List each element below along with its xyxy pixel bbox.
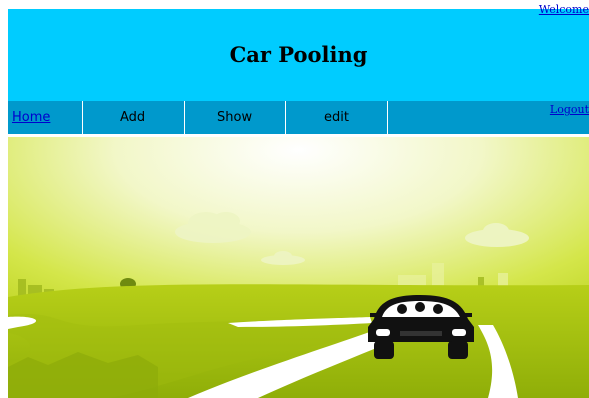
nav-divider	[82, 101, 83, 134]
header-bar: Welcome Car Pooling	[8, 4, 589, 101]
nav-divider	[184, 101, 185, 134]
nav-home-link[interactable]: Home	[12, 102, 50, 133]
nav-edit-link[interactable]: edit	[324, 102, 349, 133]
nav-divider	[387, 101, 388, 134]
car-pooling-illustration	[8, 137, 589, 398]
nav-show-link[interactable]: Show	[217, 102, 252, 133]
logout-link[interactable]: Logout	[550, 103, 589, 116]
car-pooling-banner-image	[8, 137, 589, 398]
page-title: Car Pooling	[229, 42, 368, 67]
nav-divider	[285, 101, 286, 134]
welcome-link[interactable]: Welcome	[539, 4, 589, 16]
nav-bar: Home Add Show edit Logout	[8, 101, 589, 134]
nav-add-link[interactable]: Add	[120, 102, 145, 133]
